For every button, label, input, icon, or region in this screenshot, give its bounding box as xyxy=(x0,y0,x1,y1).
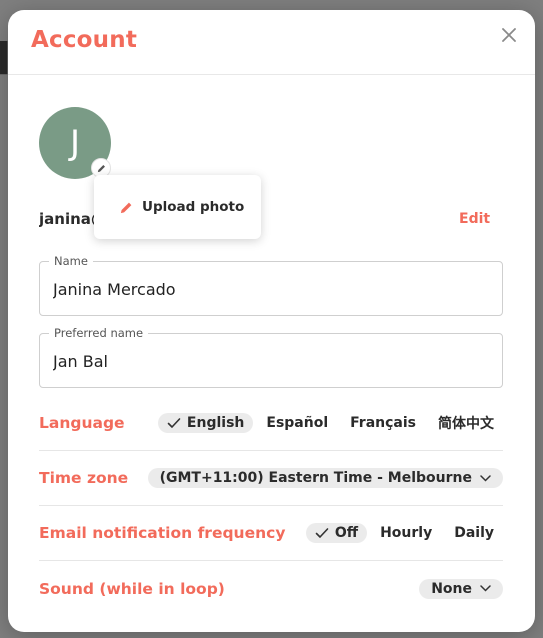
close-button[interactable] xyxy=(500,26,518,44)
account-modal: Account J janina@ Edit Upload photo Name… xyxy=(8,10,535,632)
email-frequency-option-daily[interactable]: Daily xyxy=(445,523,503,543)
sound-options: None xyxy=(419,578,503,599)
check-icon xyxy=(167,418,181,428)
sound-select[interactable]: None xyxy=(419,578,503,599)
language-label: Language xyxy=(39,414,125,432)
check-icon xyxy=(315,528,329,538)
time-zone-options: (GMT+11:00) Eastern Time - Melbourne xyxy=(147,468,503,488)
chevron-down-icon xyxy=(480,474,491,482)
language-option-label: English xyxy=(186,415,245,431)
chevron-down-icon xyxy=(480,585,491,592)
email-frequency-option-hourly[interactable]: Hourly xyxy=(371,523,441,543)
name-field: Name xyxy=(39,254,503,316)
upload-photo-label: Upload photo xyxy=(142,199,245,215)
close-icon xyxy=(502,28,516,42)
email-notification-row: Email notification frequency Off Hourly … xyxy=(39,506,503,561)
time-zone-value: (GMT+11:00) Eastern Time - Melbourne xyxy=(159,470,472,486)
email-frequency-option-label: Off xyxy=(334,525,359,541)
avatar-initial: J xyxy=(69,123,81,163)
language-option-english[interactable]: English xyxy=(157,413,254,433)
pencil-icon xyxy=(97,164,105,172)
preferred-name-field: Preferred name xyxy=(39,326,503,388)
language-option-chinese[interactable]: 简体中文 xyxy=(429,411,503,435)
edit-email-link[interactable]: Edit xyxy=(459,211,490,227)
upload-photo-menu-item[interactable]: Upload photo xyxy=(94,175,261,239)
modal-header: Account xyxy=(8,10,535,75)
modal-title: Account xyxy=(31,27,138,53)
name-input[interactable] xyxy=(40,262,502,315)
language-row: Language English Español Français 简体中文 xyxy=(39,396,503,451)
time-zone-select[interactable]: (GMT+11:00) Eastern Time - Melbourne xyxy=(147,468,503,488)
email-frequency-option-off[interactable]: Off xyxy=(305,523,368,543)
language-option-french[interactable]: Français xyxy=(341,413,425,433)
time-zone-row: Time zone (GMT+11:00) Eastern Time - Mel… xyxy=(39,451,503,506)
pencil-icon xyxy=(120,202,132,213)
preferred-name-input[interactable] xyxy=(40,334,502,387)
sound-value: None xyxy=(431,580,472,597)
sound-label: Sound (while in loop) xyxy=(39,579,225,598)
email-notification-options: Off Hourly Daily xyxy=(305,523,503,543)
time-zone-label: Time zone xyxy=(39,469,129,487)
language-option-spanish[interactable]: Español xyxy=(257,413,337,433)
language-options: English Español Français 简体中文 xyxy=(157,411,503,435)
sound-row: Sound (while in loop) None xyxy=(39,561,503,616)
email-notification-label: Email notification frequency xyxy=(39,524,286,542)
